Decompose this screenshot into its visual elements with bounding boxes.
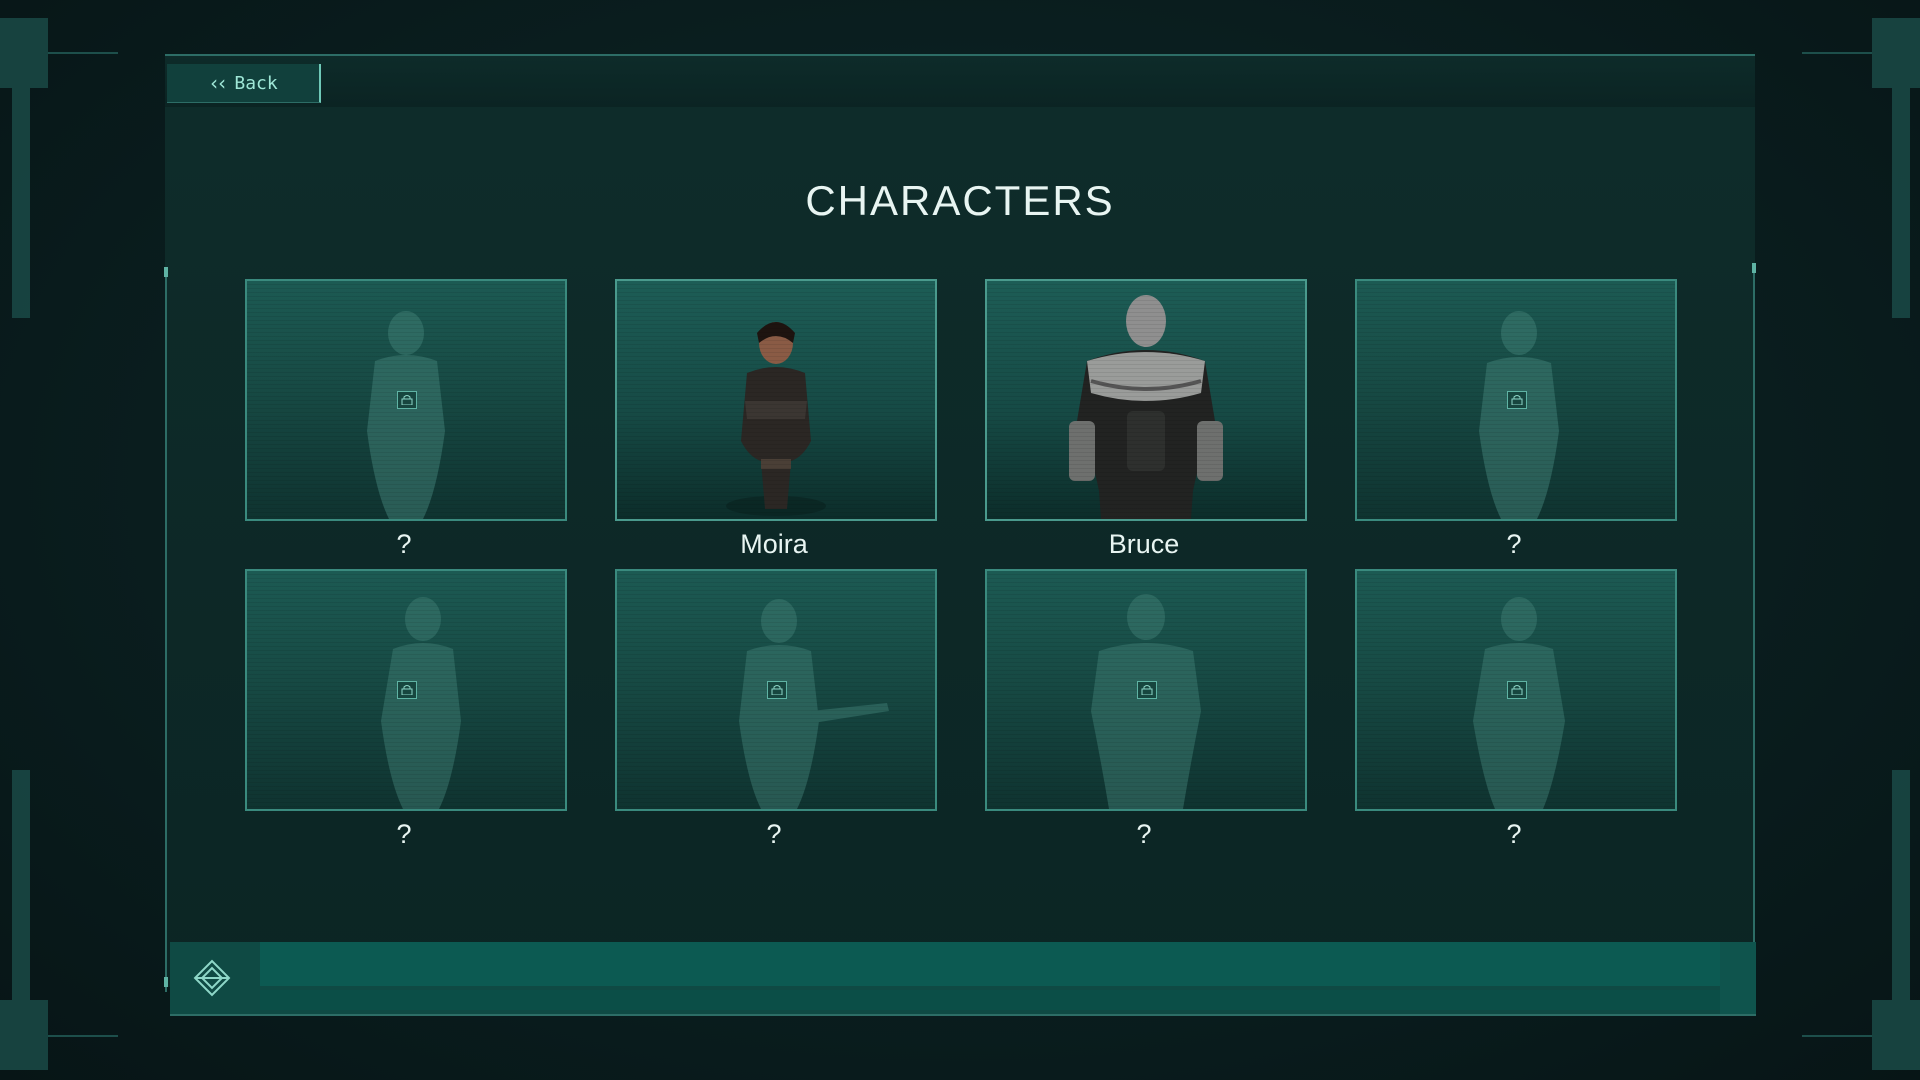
lock-icon — [397, 681, 417, 699]
character-name-8: ? — [1506, 819, 1522, 849]
lock-icon — [1137, 681, 1157, 699]
character-card-moira[interactable] — [615, 279, 937, 521]
border-tick — [164, 977, 168, 987]
corner-deco-top-right — [1872, 18, 1920, 88]
corner-deco-bottom-right — [1892, 770, 1910, 1000]
corner-deco-bottom-left-block — [0, 1000, 48, 1070]
characters-window: ‹‹ Back CHARACTERS ? Moira Bruce ? ? ? ?… — [164, 54, 1756, 1016]
character-card-7[interactable] — [985, 569, 1307, 811]
character-card-4[interactable] — [1355, 279, 1677, 521]
character-name-6: ? — [766, 819, 782, 849]
character-card-bruce[interactable] — [985, 279, 1307, 521]
character-name-1: ? — [396, 529, 412, 559]
character-card-8[interactable] — [1355, 569, 1677, 811]
character-card-5[interactable] — [245, 569, 567, 811]
character-card-1[interactable] — [245, 279, 567, 521]
diamond-emblem-icon — [193, 959, 231, 997]
corner-deco-right-bar — [1892, 88, 1910, 318]
bruce-portrait — [1069, 295, 1223, 519]
page-title: CHARACTERS — [805, 177, 1115, 224]
double-chevron-left-icon: ‹‹ — [208, 71, 228, 95]
lock-icon — [1507, 391, 1527, 409]
bottom-bar-strip — [260, 942, 1720, 986]
character-name-7: ? — [1136, 819, 1152, 849]
moira-portrait — [726, 322, 826, 516]
character-card-6[interactable] — [615, 569, 937, 811]
border-tick — [1752, 263, 1756, 273]
lock-icon — [397, 391, 417, 409]
bottom-bar — [170, 942, 1756, 1016]
deco-line-bl — [48, 1035, 118, 1037]
lock-icon — [767, 681, 787, 699]
back-button[interactable]: ‹‹ Back — [167, 64, 321, 103]
deco-line-tl — [48, 52, 118, 54]
character-name-bruce: Bruce — [1108, 529, 1180, 559]
panel-border-left — [165, 272, 167, 992]
corner-deco-bottom-right-block — [1872, 1000, 1920, 1070]
corner-deco-left-bar — [12, 88, 30, 318]
deco-line-tr — [1802, 52, 1872, 54]
back-button-label: Back — [234, 72, 278, 94]
character-name-5: ? — [396, 819, 412, 849]
characters-panel: CHARACTERS ? Moira Bruce ? ? ? ? ? — [164, 107, 1756, 992]
deco-line-br — [1802, 1035, 1872, 1037]
lock-icon — [1507, 681, 1527, 699]
character-name-moira: Moira — [740, 529, 808, 559]
bottom-bar-strip-lower — [260, 990, 1720, 1010]
character-name-4: ? — [1506, 529, 1522, 559]
top-bar: ‹‹ Back — [165, 54, 1755, 111]
corner-deco-top-left — [0, 18, 48, 88]
border-tick — [164, 267, 168, 277]
panel-border-right — [1753, 267, 1755, 992]
bottom-bar-endcap — [1720, 942, 1756, 1014]
corner-deco-bottom-left — [12, 770, 30, 1000]
